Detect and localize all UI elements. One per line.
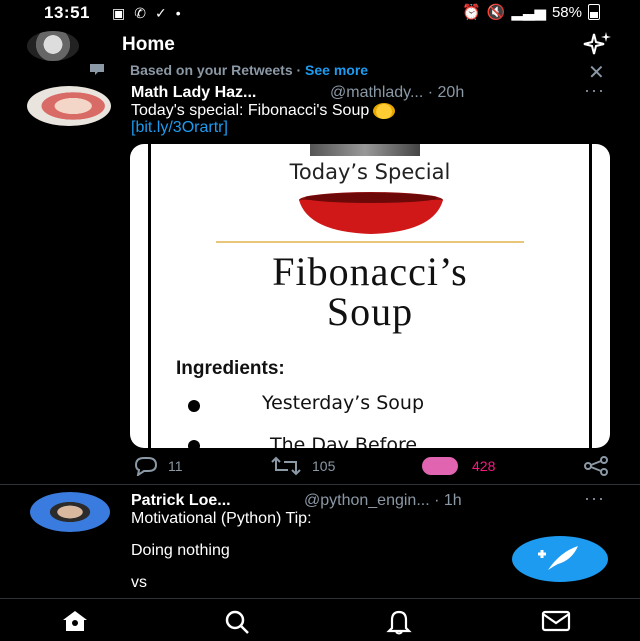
- status-time: 13:51: [44, 3, 90, 22]
- bullet-icon: [188, 400, 200, 412]
- compose-feather-icon: [538, 546, 578, 570]
- retweet-icon: [271, 456, 301, 476]
- card-ingredients-label: Ingredients:: [176, 358, 285, 379]
- reply-icon: [134, 457, 158, 476]
- retweet-context-icon: [90, 64, 104, 75]
- tweet2-author-name[interactable]: Patrick Loe...: [131, 492, 231, 510]
- gallery-icon: ▣: [112, 5, 126, 21]
- sweat-smile-emoji-icon: [373, 102, 396, 119]
- page-title: Home: [122, 34, 175, 55]
- signal-icon: ▂▃▅: [511, 4, 546, 21]
- tweet1-author-name[interactable]: Math Lady Haz...: [131, 84, 256, 102]
- alarm-icon: ⏰: [461, 4, 481, 21]
- battery-icon: [588, 4, 600, 20]
- tweet-divider: [0, 484, 640, 485]
- tweet1-text-content: Today's special: Fibonacci's Soup: [131, 102, 370, 119]
- tweet2-text-line1: Motivational (Python) Tip:: [131, 510, 312, 527]
- bottom-navigation: [0, 598, 640, 641]
- tweet2-avatar[interactable]: [30, 492, 110, 532]
- card-divider: [216, 241, 524, 243]
- mute-icon: 🔇: [486, 4, 506, 21]
- tweet2-text-line3: vs: [131, 574, 147, 591]
- home-icon[interactable]: [60, 609, 90, 633]
- card-ingredient-2: The Day Before: [270, 434, 418, 448]
- status-bar: 13:51 ▣ ✆ ✓ • ⏰ 🔇 ▂▃▅ 58%: [0, 0, 640, 26]
- tweet1-avatar[interactable]: [27, 86, 111, 126]
- card-top-photo: [310, 144, 420, 156]
- tweet1-more-button[interactable]: ···: [584, 80, 605, 101]
- tweet1-text: Today's special: Fibonacci's Soup: [131, 102, 396, 120]
- dot-icon: •: [175, 5, 181, 21]
- tweet1-link[interactable]: [bit.ly/3Orartr]: [131, 119, 228, 137]
- retweet-button[interactable]: 105: [268, 455, 335, 477]
- reply-count: 11: [168, 458, 183, 474]
- tweet1-media-card[interactable]: Today’s Special Fibonacci’s Soup Ingredi…: [130, 144, 610, 448]
- heart-icon: [422, 457, 458, 475]
- reply-button[interactable]: 11: [132, 455, 183, 477]
- notifications-icon[interactable]: [384, 609, 414, 635]
- search-icon[interactable]: [222, 609, 252, 635]
- card-ingredient-1: Yesterday’s Soup: [262, 392, 425, 414]
- battery-percent: 58%: [551, 3, 582, 21]
- like-count: 428: [472, 458, 496, 474]
- tweet2-more-button[interactable]: ···: [584, 488, 605, 509]
- like-button[interactable]: 428: [422, 455, 495, 477]
- tweet1-handle-text: @mathlady... · 20h: [330, 84, 465, 101]
- share-icon: [584, 456, 608, 476]
- tweet2-text-line2: Doing nothing: [131, 542, 230, 559]
- see-more-link[interactable]: See more: [305, 62, 368, 78]
- tweet1-handle: @mathlady... · 20h: [330, 84, 464, 102]
- messages-icon[interactable]: [540, 609, 572, 633]
- profile-avatar[interactable]: [27, 31, 79, 61]
- retweet-count: 105: [312, 458, 336, 474]
- soup-bowl-image: [299, 192, 443, 234]
- share-button[interactable]: [582, 455, 618, 477]
- check-icon: ✓: [154, 5, 167, 21]
- compose-tweet-button[interactable]: [512, 536, 608, 582]
- whatsapp-icon: ✆: [134, 5, 146, 21]
- recommendation-context: Based on your Retweets · See more: [130, 62, 368, 78]
- status-right: ⏰ 🔇 ▂▃▅ 58%: [462, 3, 600, 21]
- card-title-line2: Soup: [326, 289, 414, 334]
- context-text: Based on your Retweets ·: [130, 62, 306, 78]
- bullet-icon: [188, 440, 200, 448]
- card-subtitle: Today’s Special: [289, 160, 451, 184]
- sparkle-icon[interactable]: [580, 30, 614, 60]
- status-notification-icons: ▣ ✆ ✓ •: [112, 5, 181, 22]
- tweet2-handle: @python_engin... · 1h: [304, 492, 462, 509]
